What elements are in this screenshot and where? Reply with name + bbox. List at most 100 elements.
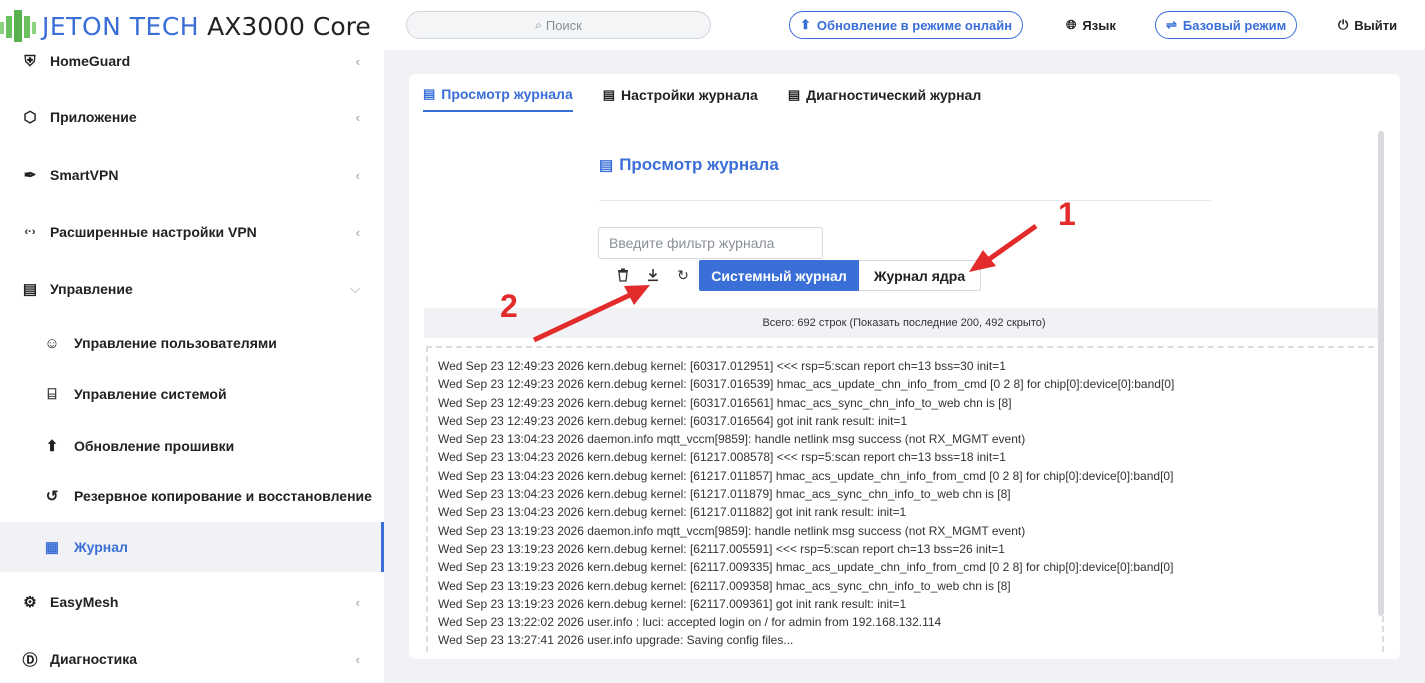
- language-button[interactable]: 🌐︎ Язык: [1066, 11, 1116, 39]
- refresh-icon[interactable]: ↻: [671, 265, 695, 285]
- power-icon: ⏻: [1338, 17, 1349, 32]
- switch-icon: ⇌: [1166, 17, 1177, 32]
- tab-diagnostic-log[interactable]: ▤ Диагностический журнал: [788, 86, 981, 112]
- chevron-down-icon: ⌵: [350, 281, 360, 296]
- chevron-left-icon: ‹: [355, 224, 360, 240]
- tab-bar: ▤ Просмотр журнала ▤ Настройки журнала ▤…: [423, 86, 1011, 112]
- log-line: Wed Sep 23 13:04:23 2026 daemon.info mqt…: [438, 432, 1026, 447]
- sidebar-item-app[interactable]: ⬡ Приложение ‹: [0, 104, 384, 130]
- log-toolbar: ↻: [611, 265, 701, 285]
- scrollbar[interactable]: [1378, 131, 1384, 616]
- sidebar: ⛨ HomeGuard ‹ ⬡ Приложение ‹ ✒ SmartVPN …: [0, 50, 384, 683]
- shield-icon: ⛨: [24, 52, 36, 70]
- chevron-left-icon: ‹: [355, 53, 360, 69]
- log-output[interactable]: Wed Sep 23 12:49:23 2026 kern.debug kern…: [426, 346, 1384, 652]
- search-icon: ⌕: [535, 17, 542, 32]
- log-line: Wed Sep 23 13:19:23 2026 kern.debug kern…: [438, 560, 1174, 575]
- log-line: Wed Sep 23 12:49:23 2026 kern.debug kern…: [438, 395, 1012, 410]
- log-line: Wed Sep 23 13:22:02 2026 user.info : luc…: [438, 615, 942, 630]
- sidebar-item-smartvpn[interactable]: ✒ SmartVPN ‹: [0, 162, 384, 188]
- filter-placeholder: Введите фильтр журнала: [609, 235, 775, 251]
- tab-log-view[interactable]: ▤ Просмотр журнала: [423, 86, 573, 112]
- sidebar-item-backup[interactable]: ↺ Резервное копирование и восстановление: [0, 483, 384, 509]
- basic-mode-label: Базовый режим: [1182, 17, 1287, 33]
- log-line: Wed Sep 23 13:19:23 2026 daemon.info mqt…: [438, 523, 1026, 538]
- chevron-left-icon: ‹: [355, 651, 360, 667]
- active-indicator: [381, 522, 384, 572]
- log-line: Wed Sep 23 12:49:23 2026 kern.debug kern…: [438, 359, 1006, 373]
- sidebar-item-log[interactable]: ▦ Журнал: [0, 522, 384, 572]
- sidebar-item-diagnostics[interactable]: Ⓓ Диагностика ‹: [0, 646, 384, 672]
- log-icon: ▦: [44, 539, 60, 556]
- online-update-button[interactable]: ⬆ Обновление в режиме онлайн: [789, 11, 1024, 39]
- top-header: JETON TECH AX3000 Core ⌕ Поиск ⬆ Обновле…: [0, 0, 1425, 50]
- tab-log-settings[interactable]: ▤ Настройки журнала: [603, 86, 758, 112]
- logout-label: Выйти: [1354, 17, 1398, 33]
- sidebar-item-easymesh[interactable]: ⚙ EasyMesh ‹: [0, 589, 384, 615]
- trash-icon[interactable]: [611, 265, 635, 285]
- log-line: Wed Sep 23 13:04:23 2026 kern.debug kern…: [438, 505, 907, 520]
- log-line: Wed Sep 23 13:19:23 2026 kern.debug kern…: [438, 541, 1005, 556]
- tab-label: Настройки журнала: [621, 87, 758, 103]
- user-icon: ☺: [44, 334, 60, 352]
- sidebar-item-label: Приложение: [50, 109, 137, 125]
- panel-title-text: Просмотр журнала: [619, 155, 779, 174]
- chevron-left-icon: ‹: [355, 594, 360, 610]
- log-line: Wed Sep 23 12:49:23 2026 kern.debug kern…: [438, 377, 1175, 392]
- model-name: AX3000 Core: [207, 11, 371, 41]
- sidebar-item-vpn-advanced[interactable]: ‹·› Расширенные настройки VPN ‹: [0, 219, 384, 245]
- log-line: Wed Sep 23 13:04:23 2026 kern.debug kern…: [438, 468, 1174, 483]
- sidebar-item-label: EasyMesh: [50, 594, 119, 610]
- cube-icon: ⬡: [23, 109, 37, 126]
- tab-label: Просмотр журнала: [441, 86, 573, 102]
- mesh-icon: ⚙: [23, 594, 37, 611]
- chevron-left-icon: ‹: [355, 167, 360, 183]
- log-icon: ▤: [599, 157, 614, 174]
- download-icon[interactable]: [641, 265, 665, 285]
- sidebar-item-system[interactable]: ⌸ Управление системой: [0, 381, 384, 407]
- restore-icon: ↺: [45, 488, 59, 505]
- search-placeholder: Поиск: [545, 17, 582, 33]
- log-line: Wed Sep 23 12:49:23 2026 kern.debug kern…: [438, 413, 908, 428]
- annotation-label-1: 1: [1058, 196, 1076, 232]
- sidebar-item-label: HomeGuard: [50, 53, 131, 69]
- sidebar-item-label: Резервное копирование и восстановление: [74, 488, 372, 504]
- upgrade-icon: ⬆: [45, 438, 59, 455]
- chevron-left-icon: ‹: [355, 109, 360, 125]
- sidebar-item-management[interactable]: ▤ Управление ⌵: [0, 276, 384, 302]
- sidebar-item-firmware[interactable]: ⬆ Обновление прошивки: [0, 433, 384, 459]
- sidebar-item-label: Расширенные настройки VPN: [50, 224, 257, 240]
- upload-circle-icon: ⬆: [800, 17, 811, 32]
- sidebar-item-homeguard[interactable]: ⛨ HomeGuard ‹: [0, 50, 384, 72]
- brand-name: JETON TECH: [42, 11, 200, 41]
- sidebar-item-label: Диагностика: [50, 651, 138, 667]
- log-filter-input[interactable]: Введите фильтр журнала: [598, 227, 823, 259]
- system-log-button[interactable]: Системный журнал: [699, 260, 859, 291]
- plug-icon: ✒: [23, 167, 37, 184]
- kernel-log-button[interactable]: Журнал ядра: [859, 260, 981, 291]
- sidebar-item-label: Управление: [50, 281, 133, 297]
- panel-title: ▤ Просмотр журнала: [599, 155, 779, 175]
- log-icon: ▤: [423, 86, 436, 101]
- log-line: Wed Sep 23 13:27:41 2026 user.info upgra…: [438, 633, 794, 648]
- log-line: Wed Sep 23 13:19:23 2026 kern.debug kern…: [438, 578, 1011, 593]
- log-card: ▤ Просмотр журнала ▤ Настройки журнала ▤…: [409, 74, 1400, 659]
- log-line: Wed Sep 23 13:04:23 2026 kern.debug kern…: [438, 487, 1011, 502]
- system-icon: ⌸: [47, 385, 57, 403]
- toolbox-icon: ▤: [22, 281, 38, 298]
- divider: [599, 200, 1211, 201]
- logout-button[interactable]: ⏻ Выйти: [1338, 11, 1397, 39]
- search-input[interactable]: ⌕ Поиск: [406, 11, 711, 39]
- sidebar-item-label: Журнал: [74, 539, 128, 555]
- diagnostics-icon: Ⓓ: [22, 651, 38, 669]
- sidebar-item-users[interactable]: ☺ Управление пользователями: [0, 330, 384, 356]
- tab-label: Диагностический журнал: [806, 87, 982, 103]
- globe-icon: 🌐︎: [1066, 17, 1077, 32]
- basic-mode-button[interactable]: ⇌ Базовый режим: [1155, 11, 1298, 39]
- sidebar-item-label: Управление пользователями: [74, 335, 277, 351]
- brand-logo[interactable]: JETON TECH AX3000 Core: [0, 8, 371, 44]
- logo-icon: [0, 8, 36, 44]
- sidebar-item-label: SmartVPN: [50, 167, 119, 183]
- annotation-label-2: 2: [500, 288, 518, 324]
- log-line: Wed Sep 23 13:19:23 2026 kern.debug kern…: [438, 596, 907, 611]
